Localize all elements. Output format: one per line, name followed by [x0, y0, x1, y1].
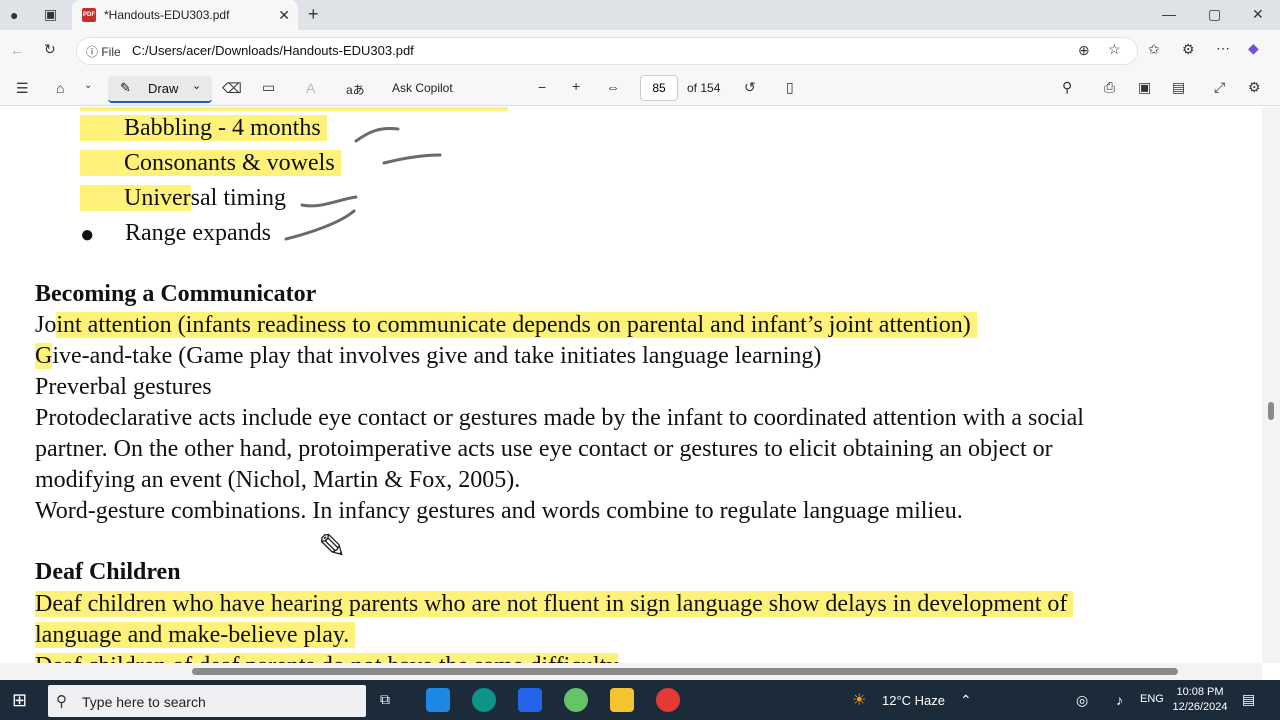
network-icon[interactable]: ◎: [1076, 692, 1088, 709]
paragraph-preverbal: Preverbal gestures: [35, 374, 212, 400]
paragraph-protodeclarative-2: partner. On the other hand, protoimperat…: [35, 436, 1053, 462]
text-format-icon: A: [306, 80, 316, 96]
highlighted-text: language and make-believe play.: [35, 622, 356, 648]
highlighted-text: int attention (infants readiness to comm…: [56, 312, 977, 338]
new-tab-button[interactable]: +: [308, 4, 319, 25]
ask-copilot-button[interactable]: Ask Copilot: [392, 81, 453, 95]
paragraph-word-gesture: Word-gesture combinations. In infancy ge…: [35, 498, 963, 524]
paragraph-deaf-1: Deaf children who have hearing parents w…: [35, 591, 1074, 618]
tab-actions-icon[interactable]: ▣: [44, 6, 57, 23]
tab-handouts[interactable]: PDF *Handouts-EDU303.pdf ✕: [72, 0, 298, 30]
paragraph-deaf-2: language and make-believe play.: [35, 622, 356, 649]
chevron-down-icon[interactable]: ⌄: [84, 80, 92, 91]
highlight-icon[interactable]: ⌂: [56, 80, 64, 96]
pdf-file-icon: PDF: [82, 8, 96, 22]
favorite-star-icon[interactable]: ☆: [1108, 41, 1121, 58]
copilot-icon[interactable]: ◆: [1248, 40, 1259, 57]
taskbar-search-placeholder: Type here to search: [82, 694, 206, 710]
tab-title: *Handouts-EDU303.pdf: [104, 8, 230, 22]
close-window-button[interactable]: ✕: [1252, 6, 1264, 23]
text-box-icon[interactable]: ▭: [262, 79, 275, 96]
zoom-icon[interactable]: ⊕: [1078, 42, 1090, 59]
heading-becoming-communicator: Becoming a Communicator: [35, 281, 317, 307]
search-icon: ⚲: [56, 693, 67, 710]
paragraph-protodeclarative-3: modifying an event (Nichol, Martin & Fox…: [35, 467, 521, 493]
save-as-icon[interactable]: ▤: [1172, 79, 1185, 96]
date-text: 12/26/2024: [1172, 701, 1228, 713]
pen-cursor-icon: ✎: [318, 527, 347, 567]
url-text[interactable]: C:/Users/acer/Downloads/Handouts-EDU303.…: [132, 43, 414, 58]
paragraph-joint-attention: Joint attention (infants readiness to co…: [35, 312, 977, 339]
chrome-app-icon[interactable]: [656, 688, 680, 712]
store-app-icon[interactable]: [518, 688, 542, 712]
extensions-icon[interactable]: ⚙: [1182, 41, 1195, 58]
heading-deaf-children: Deaf Children: [35, 559, 181, 585]
volume-icon[interactable]: ♪: [1116, 692, 1123, 708]
maximize-button[interactable]: ▢: [1208, 6, 1221, 23]
draw-label: Draw: [148, 81, 179, 96]
task-view-icon[interactable]: ⧉: [380, 691, 390, 708]
language-indicator[interactable]: ENG: [1140, 693, 1164, 705]
paragraph-deaf-partial: Deaf children of deaf parents do not hav…: [35, 653, 619, 663]
rotate-icon[interactable]: ↺: [744, 79, 756, 96]
vertical-scroll-thumb[interactable]: [1268, 402, 1274, 420]
draw-dropdown-icon[interactable]: ⌄: [192, 79, 201, 92]
paragraph-give-and-take: Give-and-take (Game play that involves g…: [35, 343, 821, 370]
vertical-scrollbar[interactable]: [1262, 107, 1280, 663]
zoom-out-icon[interactable]: −: [538, 79, 546, 95]
windows-start-icon[interactable]: ⊞: [12, 690, 27, 711]
pdf-page: ● Babbling - 4 months ● Consonants & vow…: [0, 107, 1262, 663]
pen-icon: ✎: [120, 80, 131, 95]
page-number-input[interactable]: 85: [640, 75, 678, 101]
refresh-icon[interactable]: ↻: [44, 41, 56, 58]
read-aloud-button[interactable]: aあ: [346, 81, 365, 98]
horizontal-scroll-thumb[interactable]: [192, 668, 1178, 675]
text-span: ive-and-take (Game play that involves gi…: [52, 343, 822, 369]
fit-width-icon[interactable]: ⇔: [606, 79, 620, 95]
contents-icon[interactable]: ☰: [16, 80, 29, 97]
weather-icon[interactable]: ☀: [852, 690, 866, 710]
chevron-up-icon[interactable]: ⌃: [960, 692, 972, 709]
more-menu-icon[interactable]: ⋯: [1216, 40, 1230, 57]
file-label: File: [101, 45, 121, 59]
title-bar: ● ▣ PDF *Handouts-EDU303.pdf ✕ + — ▢ ✕: [0, 0, 1280, 30]
highlighted-text: G: [35, 343, 53, 369]
draw-button[interactable]: ✎ Draw ⌄: [108, 76, 212, 103]
minimize-button[interactable]: —: [1162, 6, 1176, 22]
ink-annotations: [284, 127, 442, 241]
text-span: Jo: [35, 312, 57, 338]
weather-text[interactable]: 12°C Haze: [882, 693, 945, 708]
settings-gear-icon[interactable]: ⚙: [1248, 79, 1261, 96]
print-icon[interactable]: ⎙: [1104, 79, 1115, 96]
profile-icon[interactable]: ●: [10, 7, 18, 23]
mail-app-icon[interactable]: [426, 688, 450, 712]
site-info-chip[interactable]: ⓘ File: [86, 43, 121, 60]
search-icon[interactable]: ⚲: [1062, 79, 1072, 96]
green-app-icon[interactable]: [564, 688, 588, 712]
highlighted-text: Deaf children who have hearing parents w…: [35, 591, 1074, 617]
tab-close-button[interactable]: ✕: [278, 7, 290, 24]
notification-icon[interactable]: ▤: [1242, 691, 1255, 708]
save-icon[interactable]: ▣: [1138, 79, 1151, 96]
edge-app-icon[interactable]: [472, 688, 496, 712]
highlighted-text: Deaf children of deaf parents do not hav…: [35, 653, 619, 663]
time-text: 10:08 PM: [1176, 686, 1224, 698]
expand-icon[interactable]: ⤢: [1214, 79, 1225, 96]
page-view-icon[interactable]: ▯: [786, 79, 794, 96]
page-total: of 154: [687, 81, 721, 95]
clock[interactable]: 10:08 PM 12/26/2024: [1168, 685, 1232, 715]
zoom-in-icon[interactable]: +: [572, 78, 580, 94]
eraser-icon[interactable]: ⌫: [222, 80, 242, 97]
favorites-icon[interactable]: ✩: [1148, 41, 1160, 58]
file-explorer-icon[interactable]: [610, 688, 634, 712]
back-icon[interactable]: ←: [10, 42, 24, 58]
paragraph-protodeclarative-1: Protodeclarative acts include eye contac…: [35, 405, 1084, 431]
